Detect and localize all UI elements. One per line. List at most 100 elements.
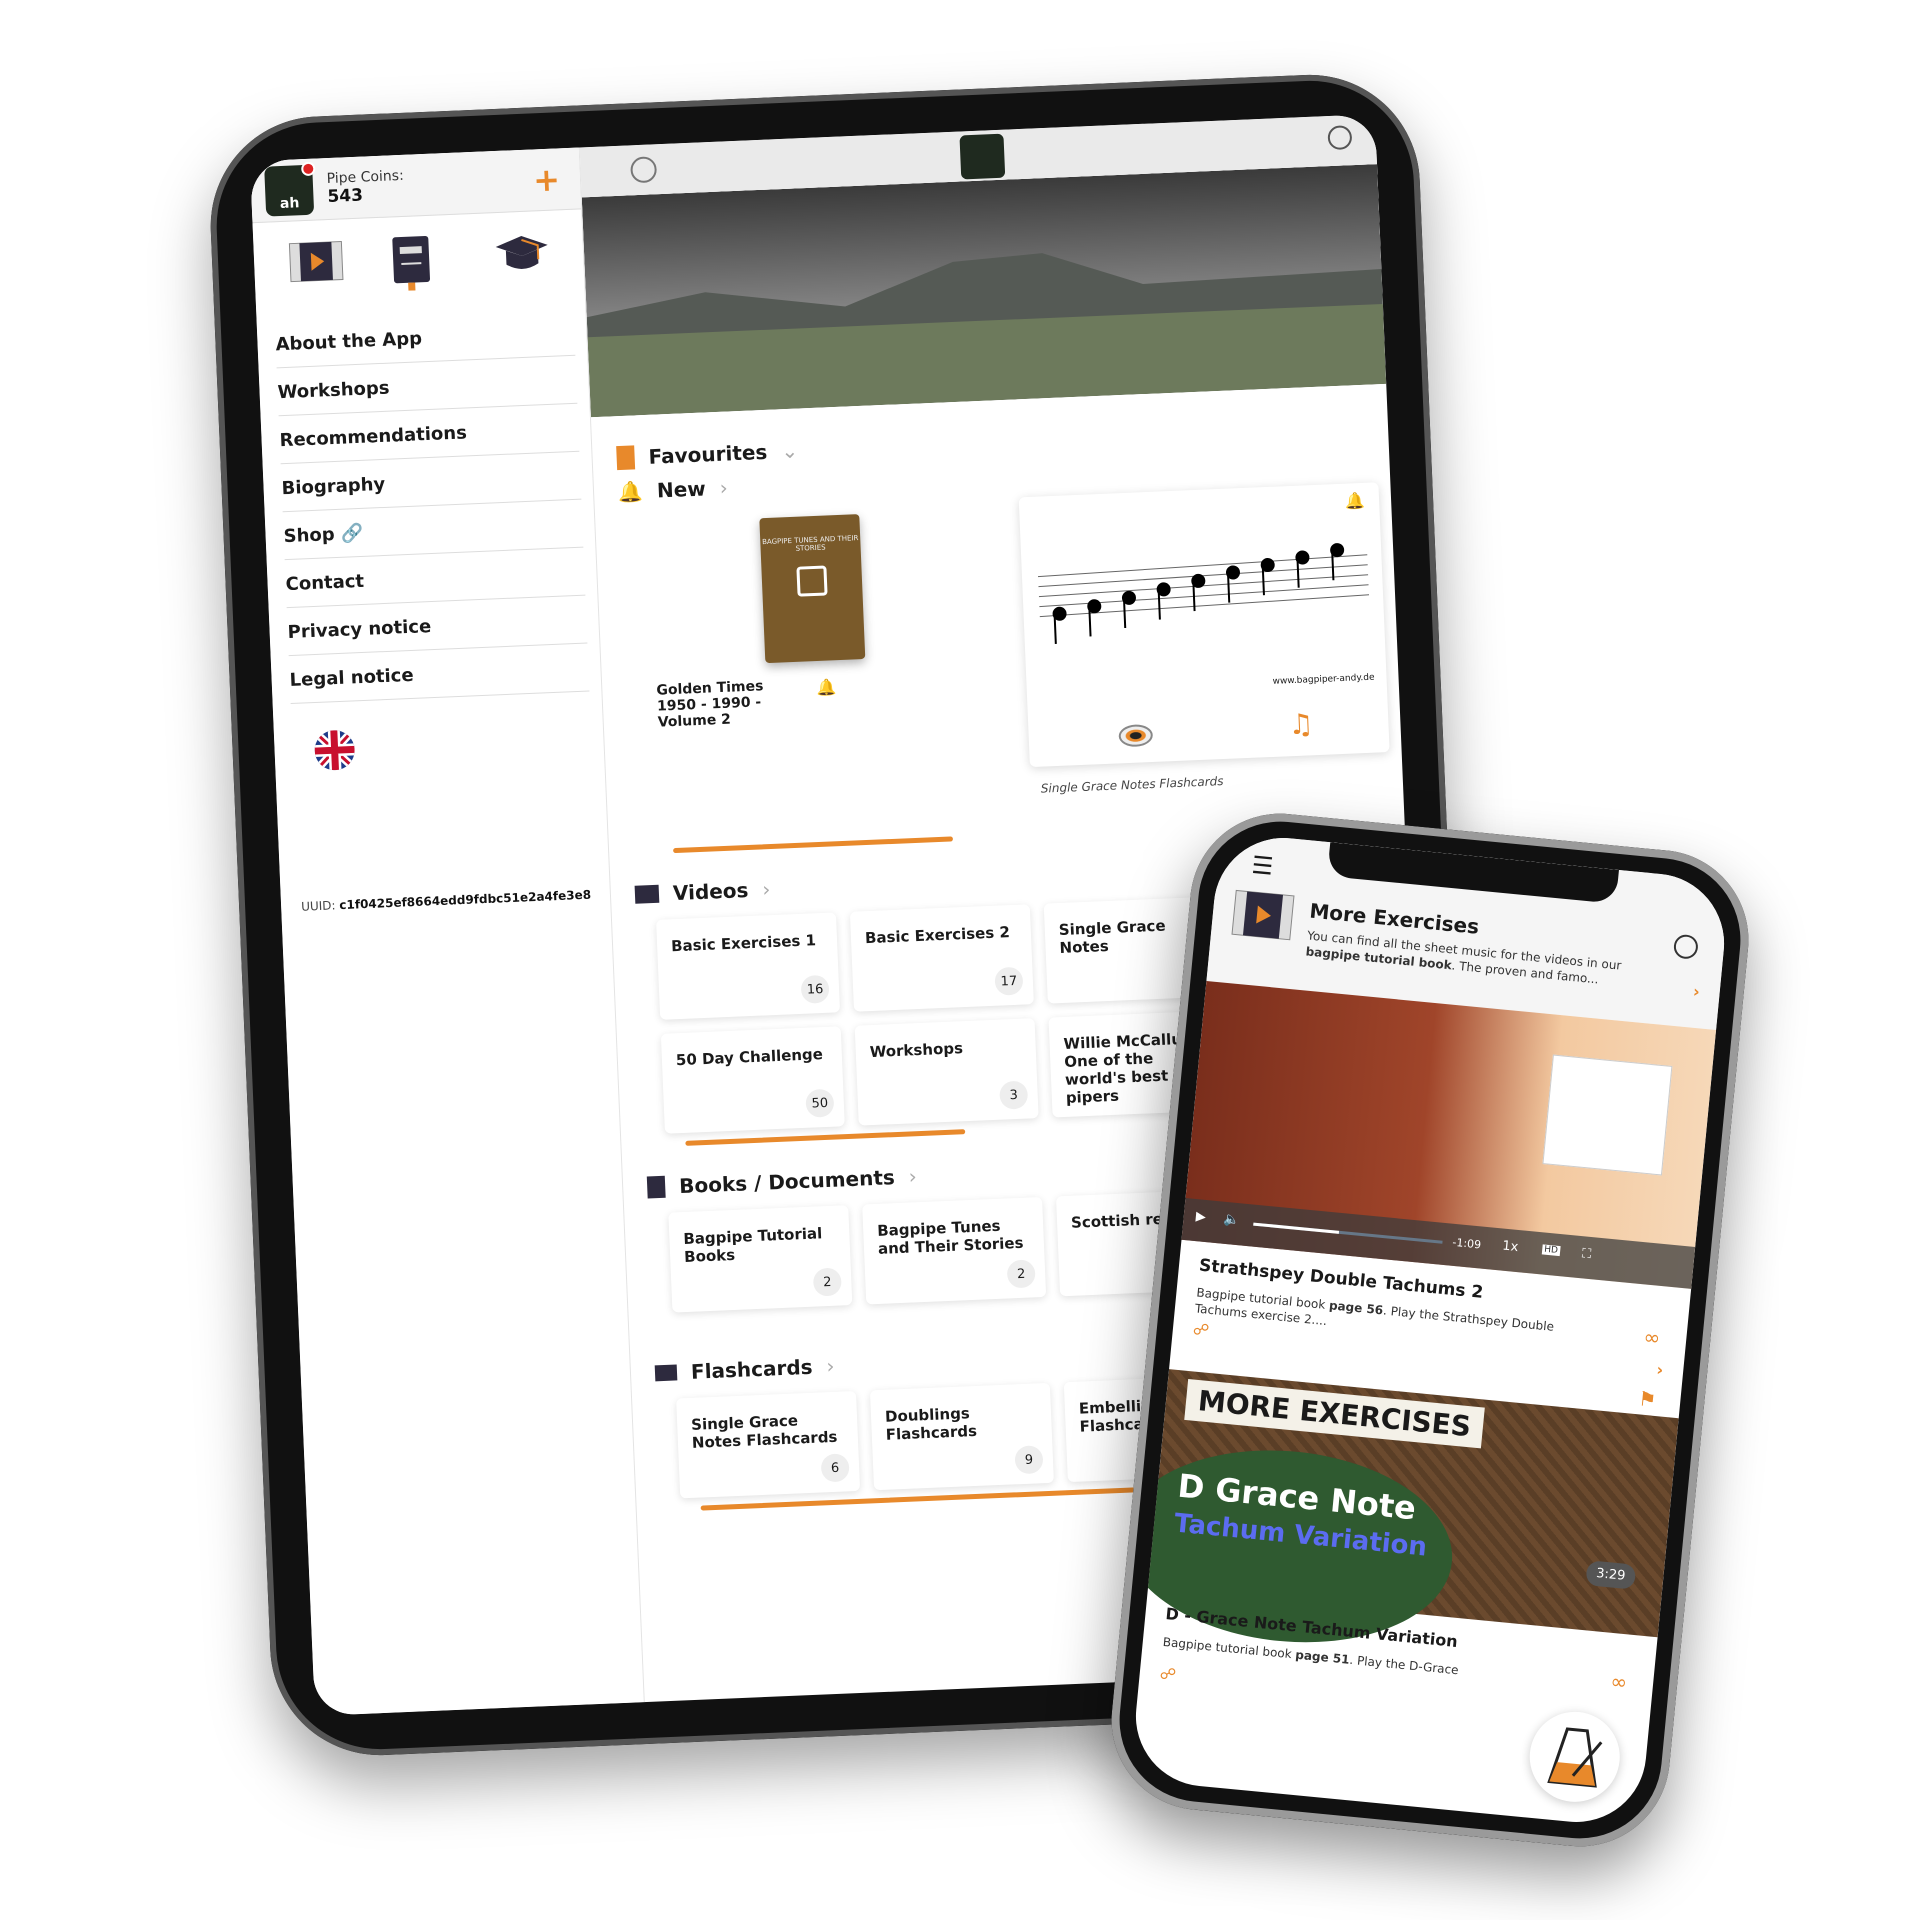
new-items: BAGPIPE TUNES AND THEIR STORIES Golden T… (619, 482, 1390, 844)
phone-screen: ☰ More Exercises You can find all the sh… (1129, 831, 1731, 1829)
graduation-cap-icon (654, 1364, 678, 1382)
flashcards-title: Flashcards (690, 1354, 813, 1384)
chevron-right-icon: › (825, 1353, 835, 1379)
coins-value: 543 (327, 185, 364, 207)
thumbnail-banner: MORE EXERCISES (1184, 1379, 1485, 1449)
phone-device: ☰ More Exercises You can find all the sh… (1103, 805, 1757, 1855)
card-label: Single Grace Notes Flashcards (690, 1411, 838, 1452)
bookmark-icon (616, 445, 636, 471)
book-title[interactable]: Golden Times 1950 - 1990 - Volume 2 (656, 676, 808, 730)
book-card[interactable]: Bagpipe Tutorial Books 2 (668, 1205, 853, 1313)
uuid-value: c1f0425ef8664edd9fdbc51e2a4fe3e8 (339, 887, 592, 913)
books-title: Books / Documents (678, 1165, 896, 1199)
count-badge: 2 (812, 1267, 842, 1297)
card-label: Bagpipe Tunes and Their Stories (876, 1216, 1024, 1258)
book-cover[interactable]: BAGPIPE TUNES AND THEIR STORIES (759, 514, 866, 664)
flashcard-site: www.bagpiper-andy.de (1272, 672, 1375, 687)
history-clock-icon[interactable] (630, 156, 658, 184)
pipe-coins: Pipe Coins: 543 (326, 167, 405, 206)
count-badge: 6 (820, 1453, 850, 1483)
card-label: Single Grace Notes (1058, 916, 1166, 958)
category-icons (253, 209, 586, 321)
center-logo[interactable] (959, 133, 1006, 180)
sidebar-menu: About the App Workshops Recommendations … (257, 307, 602, 705)
book-icon[interactable] (390, 233, 448, 291)
book-cover-text: BAGPIPE TUNES AND THEIR STORIES (761, 534, 859, 553)
video-card[interactable]: Basic Exercises 2 17 (849, 904, 1034, 1012)
flashcard-preview[interactable]: 🔔 www.bagpiper-andy.de ♫ (1018, 482, 1390, 768)
desc-text: . Play the D-Grace Note Tachum Variation… (1348, 1652, 1462, 1679)
video-player[interactable]: ▶ 🔈 -1:09 1x HD ⛶ (1181, 980, 1717, 1289)
loop-icon[interactable]: ∞ (1643, 1325, 1662, 1350)
seek-progress (1253, 1222, 1339, 1234)
count-badge: 9 (1014, 1445, 1044, 1475)
hd-button[interactable]: HD (1541, 1244, 1561, 1257)
lock-icon (796, 565, 828, 597)
bookmark-icon[interactable]: ⚑ (1637, 1386, 1657, 1412)
chevron-right-icon: › (719, 475, 729, 500)
share-icon[interactable]: ☍ (1159, 1664, 1177, 1684)
volume-icon[interactable]: 🔈 (1223, 1212, 1241, 1228)
coins-label: Pipe Coins: (326, 167, 405, 187)
videos-title: Videos (672, 878, 749, 906)
book-icon (646, 1175, 666, 1199)
video-card[interactable]: Basic Exercises 1 16 (656, 912, 841, 1020)
speed-button[interactable]: 1x (1502, 1239, 1519, 1255)
book-card[interactable]: Bagpipe Tunes and Their Stories 2 (862, 1196, 1047, 1305)
desc-bold: page 56 (1328, 1298, 1384, 1318)
uuid-label: UUID: (300, 898, 336, 914)
duration-badge: 3:29 (1585, 1560, 1637, 1590)
video-card[interactable]: Workshops 3 (854, 1018, 1039, 1126)
favourites-title: Favourites (648, 439, 768, 469)
search-icon[interactable] (1327, 125, 1353, 151)
chevron-right-icon[interactable]: › (1692, 982, 1700, 1002)
graduation-cap-icon[interactable] (493, 229, 551, 281)
video-icon[interactable] (287, 237, 345, 289)
time-remaining: -1:09 (1451, 1235, 1482, 1252)
seek-bar[interactable] (1253, 1222, 1443, 1244)
add-coins-button[interactable]: + (532, 160, 560, 199)
app-logo[interactable]: ah (264, 161, 316, 217)
desc-bold: page 51 (1294, 1647, 1351, 1667)
video-icon (1231, 889, 1295, 941)
fullscreen-icon[interactable]: ⛶ (1581, 1246, 1592, 1262)
sheet-music-image (1542, 1054, 1673, 1176)
sidebar: ah Pipe Coins: 543 + About the App Worksh… (249, 147, 645, 1716)
hero-landscape-image (581, 164, 1387, 418)
link-icon: 🔗 (340, 522, 364, 545)
new-title: New (656, 476, 707, 503)
hamburger-menu-icon[interactable]: ☰ (1250, 851, 1274, 881)
section-description: You can find all the sheet music for the… (1305, 928, 1666, 994)
card-label: Doublings Flashcards (884, 1404, 978, 1444)
scroll-indicator[interactable] (685, 1129, 966, 1146)
share-icon[interactable]: ☍ (1192, 1319, 1210, 1339)
loop-icon[interactable]: ∞ (1609, 1669, 1628, 1694)
count-badge: 17 (994, 966, 1024, 996)
flashcard-card[interactable]: Doublings Flashcards 9 (869, 1382, 1054, 1491)
count-badge: 50 (805, 1088, 835, 1118)
shop-label: Shop (283, 524, 336, 548)
flashcard-caption: Single Grace Notes Flashcards (1040, 774, 1224, 796)
count-badge: 2 (1006, 1259, 1036, 1289)
desc-text: Bagpipe tutorial book (1162, 1634, 1297, 1662)
uuid: UUID: c1f0425ef8664edd9fdbc51e2a4fe3e8 (301, 888, 591, 914)
metronome-icon (1547, 1727, 1603, 1788)
metronome-button[interactable] (1525, 1707, 1624, 1806)
search-icon[interactable] (1672, 933, 1700, 960)
card-label: Basic Exercises 2 (864, 923, 1011, 948)
card-label: 50 Day Challenge (675, 1045, 824, 1070)
chevron-right-icon[interactable]: › (1656, 1360, 1664, 1380)
flashcard-card[interactable]: Single Grace Notes Flashcards 6 (676, 1390, 861, 1499)
card-label: Basic Exercises 1 (670, 931, 817, 956)
bell-icon: 🔔 (617, 479, 644, 505)
card-label: Workshops (869, 1039, 964, 1062)
play-icon[interactable]: ▶ (1195, 1209, 1206, 1225)
chevron-right-icon: › (761, 877, 771, 902)
video-card[interactable]: 50 Day Challenge 50 (660, 1026, 845, 1134)
sheet-music-staff (1037, 543, 1370, 644)
video-icon (634, 884, 660, 904)
uk-flag-icon[interactable] (313, 729, 356, 772)
music-note-icon[interactable]: ♫ (1288, 707, 1314, 741)
eye-icon[interactable] (1118, 723, 1154, 748)
bell-red-icon: 🔔 (1344, 490, 1366, 511)
